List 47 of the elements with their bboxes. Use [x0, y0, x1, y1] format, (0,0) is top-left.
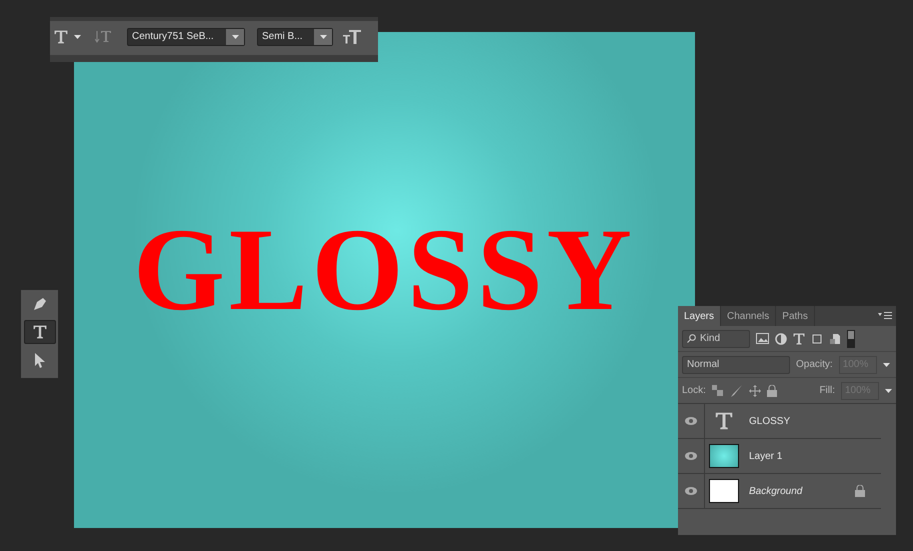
search-icon — [687, 334, 696, 343]
type-tool-icon[interactable] — [54, 30, 68, 44]
layer-name: Background — [749, 486, 802, 496]
checker-lock-icon[interactable] — [712, 385, 723, 396]
menu-icon[interactable] — [878, 312, 892, 320]
arrow-cursor-icon — [34, 352, 46, 368]
layer-name: Layer 1 — [749, 450, 782, 462]
smart-object-filter-icon[interactable] — [829, 332, 841, 344]
panel-tab[interactable]: Layers — [678, 306, 722, 326]
layer-row[interactable]: Layer 1 — [678, 439, 881, 474]
panel-tab[interactable]: Channels — [721, 306, 776, 326]
adjustment-filter-icon[interactable] — [775, 332, 787, 344]
eye-icon[interactable] — [685, 417, 697, 425]
eye-icon[interactable] — [685, 487, 697, 495]
tool-button[interactable] — [24, 320, 56, 344]
glossy-headline: GLOSSY — [133, 203, 636, 337]
layer-thumbnail — [709, 479, 739, 503]
font-size-icon[interactable] — [343, 30, 361, 44]
caret-icon — [320, 34, 326, 38]
move-icon[interactable] — [748, 384, 761, 396]
layer-name: GLOSSY — [749, 416, 790, 426]
fill-label: Fill: — [819, 385, 835, 396]
layer-row[interactable]: GLOSSY — [678, 404, 881, 439]
layer-thumbnail — [709, 444, 739, 468]
image-filter-icon[interactable] — [756, 333, 769, 344]
caret-icon — [74, 34, 81, 38]
brush-icon[interactable] — [728, 384, 743, 396]
blend-mode-dropdown[interactable]: Normal — [682, 356, 790, 374]
filter-toggle-icon[interactable] — [847, 330, 855, 348]
text-layer-icon — [715, 412, 733, 430]
eye-icon[interactable] — [685, 452, 697, 460]
font-style-dropdown[interactable]: Semi B... — [257, 28, 333, 46]
opacity-label: Opacity: — [796, 359, 833, 370]
caret-icon — [232, 34, 238, 38]
caret-icon — [885, 388, 892, 392]
lock-label: Lock: — [682, 385, 706, 396]
lock-icon — [855, 485, 865, 497]
pen-tool-icon — [32, 296, 48, 312]
type-tool-icon — [32, 325, 46, 339]
panel-tab[interactable]: Paths — [776, 306, 815, 326]
shape-filter-icon[interactable] — [811, 332, 823, 344]
layer-row[interactable]: Background — [678, 474, 881, 509]
lock-icon[interactable] — [766, 384, 777, 396]
caret-icon — [882, 362, 890, 366]
filter-dropdown[interactable]: Kind — [682, 330, 750, 348]
font-family-dropdown[interactable]: Century751 SeB... — [127, 28, 245, 46]
type-filter-icon[interactable] — [793, 332, 805, 344]
